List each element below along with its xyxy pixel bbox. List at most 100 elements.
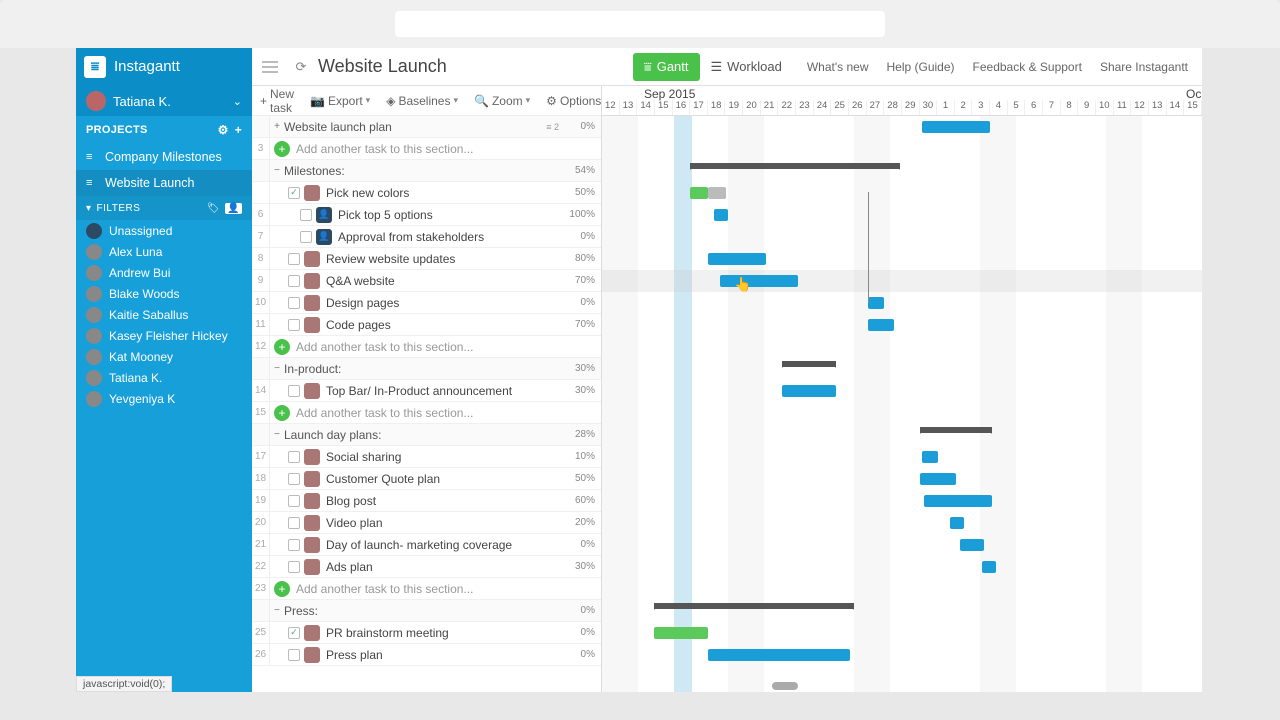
filter-row[interactable]: Unassigned bbox=[76, 220, 252, 241]
link-share[interactable]: Share Instagantt bbox=[1100, 60, 1188, 74]
gantt-bar[interactable] bbox=[690, 187, 708, 199]
add-icon[interactable]: + bbox=[274, 339, 290, 355]
gantt-bar[interactable] bbox=[708, 253, 766, 265]
add-task-row[interactable]: 23+Add another task to this section... bbox=[252, 578, 601, 600]
export-button[interactable]: 📷 Export▾ bbox=[302, 86, 378, 115]
section-row[interactable]: −Launch day plans:28% bbox=[252, 424, 601, 446]
checkbox[interactable] bbox=[288, 275, 300, 287]
logo[interactable]: ⩸ Instagantt bbox=[76, 48, 252, 86]
gantt-bar[interactable] bbox=[950, 517, 964, 529]
person-filter-icon[interactable]: 👤 bbox=[225, 203, 242, 214]
assignee-icon[interactable] bbox=[304, 317, 320, 333]
add-icon[interactable]: + bbox=[274, 581, 290, 597]
add-task-row[interactable]: 3+Add another task to this section... bbox=[252, 138, 601, 160]
assignee-icon[interactable] bbox=[304, 273, 320, 289]
filter-row[interactable]: Kasey Fleisher Hickey bbox=[76, 325, 252, 346]
project-title[interactable]: Website Launch bbox=[314, 56, 633, 77]
assignee-icon[interactable] bbox=[304, 383, 320, 399]
task-row[interactable]: 10Design pages0% bbox=[252, 292, 601, 314]
task-row[interactable]: ✓Pick new colors50% bbox=[252, 182, 601, 204]
checkbox[interactable] bbox=[288, 385, 300, 397]
add-task-row[interactable]: 12+Add another task to this section... bbox=[252, 336, 601, 358]
gantt-bar[interactable] bbox=[708, 187, 726, 199]
link-feedback[interactable]: Feedback & Support bbox=[973, 60, 1082, 74]
assignee-icon[interactable] bbox=[304, 515, 320, 531]
checkbox[interactable] bbox=[288, 539, 300, 551]
assignee-icon[interactable]: 👤 bbox=[316, 229, 332, 245]
section-row[interactable]: +Website launch plan≡ 20% bbox=[252, 116, 601, 138]
filter-row[interactable]: Alex Luna bbox=[76, 241, 252, 262]
filter-row[interactable]: Andrew Bui bbox=[76, 262, 252, 283]
task-row[interactable]: 25✓PR brainstorm meeting0% bbox=[252, 622, 601, 644]
gantt-body[interactable]: 👆 bbox=[602, 116, 1202, 692]
assignee-icon[interactable] bbox=[304, 471, 320, 487]
baselines-button[interactable]: ◈ Baselines▾ bbox=[378, 86, 466, 115]
collapse-icon[interactable]: − bbox=[270, 429, 284, 440]
section-row[interactable]: −In-product:30% bbox=[252, 358, 601, 380]
task-row[interactable]: 8Review website updates80% bbox=[252, 248, 601, 270]
checkbox[interactable] bbox=[288, 517, 300, 529]
plus-icon[interactable]: + bbox=[235, 123, 242, 137]
task-row[interactable]: 26Press plan0% bbox=[252, 644, 601, 666]
gantt-bar[interactable] bbox=[654, 627, 708, 639]
address-bar[interactable] bbox=[395, 11, 885, 37]
add-task-row[interactable]: 15+Add another task to this section... bbox=[252, 402, 601, 424]
assignee-icon[interactable] bbox=[304, 295, 320, 311]
user-menu[interactable]: Tatiana K. ⌄ bbox=[76, 86, 252, 116]
checkbox[interactable] bbox=[288, 649, 300, 661]
assignee-icon[interactable] bbox=[304, 493, 320, 509]
assignee-icon[interactable] bbox=[304, 449, 320, 465]
gantt-bar[interactable] bbox=[868, 297, 884, 309]
gear-icon[interactable]: ⚙ bbox=[218, 123, 229, 137]
filter-row[interactable]: Tatiana K. bbox=[76, 367, 252, 388]
filter-row[interactable]: Kaitie Saballus bbox=[76, 304, 252, 325]
assignee-icon[interactable] bbox=[304, 647, 320, 663]
task-list[interactable]: +Website launch plan≡ 20%3+Add another t… bbox=[252, 116, 601, 692]
checkbox[interactable] bbox=[288, 319, 300, 331]
tag-icon[interactable]: 🏷 bbox=[207, 203, 220, 214]
refresh-icon[interactable]: ⟳ bbox=[288, 59, 314, 75]
workload-view-button[interactable]: ☰ Workload bbox=[700, 53, 793, 81]
link-help[interactable]: Help (Guide) bbox=[887, 60, 955, 74]
summary-bar[interactable] bbox=[920, 427, 992, 433]
assignee-icon[interactable] bbox=[304, 185, 320, 201]
task-row[interactable]: 17Social sharing10% bbox=[252, 446, 601, 468]
gantt-bar[interactable] bbox=[720, 275, 798, 287]
assignee-icon[interactable]: 👤 bbox=[316, 207, 332, 223]
checkbox[interactable]: ✓ bbox=[288, 187, 300, 199]
assignee-icon[interactable] bbox=[304, 537, 320, 553]
checkbox[interactable] bbox=[288, 297, 300, 309]
task-row[interactable]: 20Video plan20% bbox=[252, 512, 601, 534]
collapse-icon[interactable]: − bbox=[270, 165, 284, 176]
summary-bar[interactable] bbox=[654, 603, 854, 609]
gantt-panel[interactable]: Sep 2015 Oc 1213141516171819202122232425… bbox=[602, 86, 1202, 692]
gantt-view-button[interactable]: ⩸ Gantt bbox=[633, 53, 700, 81]
gantt-bar[interactable] bbox=[714, 209, 728, 221]
gantt-bar[interactable] bbox=[920, 473, 956, 485]
checkbox[interactable] bbox=[300, 231, 312, 243]
summary-bar[interactable] bbox=[782, 361, 836, 367]
new-task-button[interactable]: + New task bbox=[252, 86, 302, 115]
task-row[interactable]: 6👤Pick top 5 options100% bbox=[252, 204, 601, 226]
task-row[interactable]: 21Day of launch- marketing coverage0% bbox=[252, 534, 601, 556]
filter-row[interactable]: Blake Woods bbox=[76, 283, 252, 304]
gantt-bar[interactable] bbox=[708, 649, 850, 661]
gantt-bar[interactable] bbox=[868, 319, 894, 331]
section-row[interactable]: −Milestones:54% bbox=[252, 160, 601, 182]
task-row[interactable]: 22Ads plan30% bbox=[252, 556, 601, 578]
checkbox[interactable] bbox=[300, 209, 312, 221]
filter-row[interactable]: Yevgeniya K bbox=[76, 388, 252, 409]
link-whatsnew[interactable]: What's new bbox=[807, 60, 869, 74]
collapse-icon[interactable]: + bbox=[270, 121, 284, 132]
filter-row[interactable]: Kat Mooney bbox=[76, 346, 252, 367]
task-row[interactable]: 14Top Bar/ In-Product announcement30% bbox=[252, 380, 601, 402]
gantt-bar[interactable] bbox=[982, 561, 996, 573]
task-row[interactable]: 18Customer Quote plan50% bbox=[252, 468, 601, 490]
checkbox[interactable] bbox=[288, 495, 300, 507]
gantt-bar[interactable] bbox=[960, 539, 984, 551]
gantt-bar[interactable] bbox=[782, 385, 836, 397]
assignee-icon[interactable] bbox=[304, 251, 320, 267]
gantt-bar[interactable] bbox=[922, 451, 938, 463]
checkbox[interactable] bbox=[288, 561, 300, 573]
gantt-bar[interactable] bbox=[924, 495, 992, 507]
